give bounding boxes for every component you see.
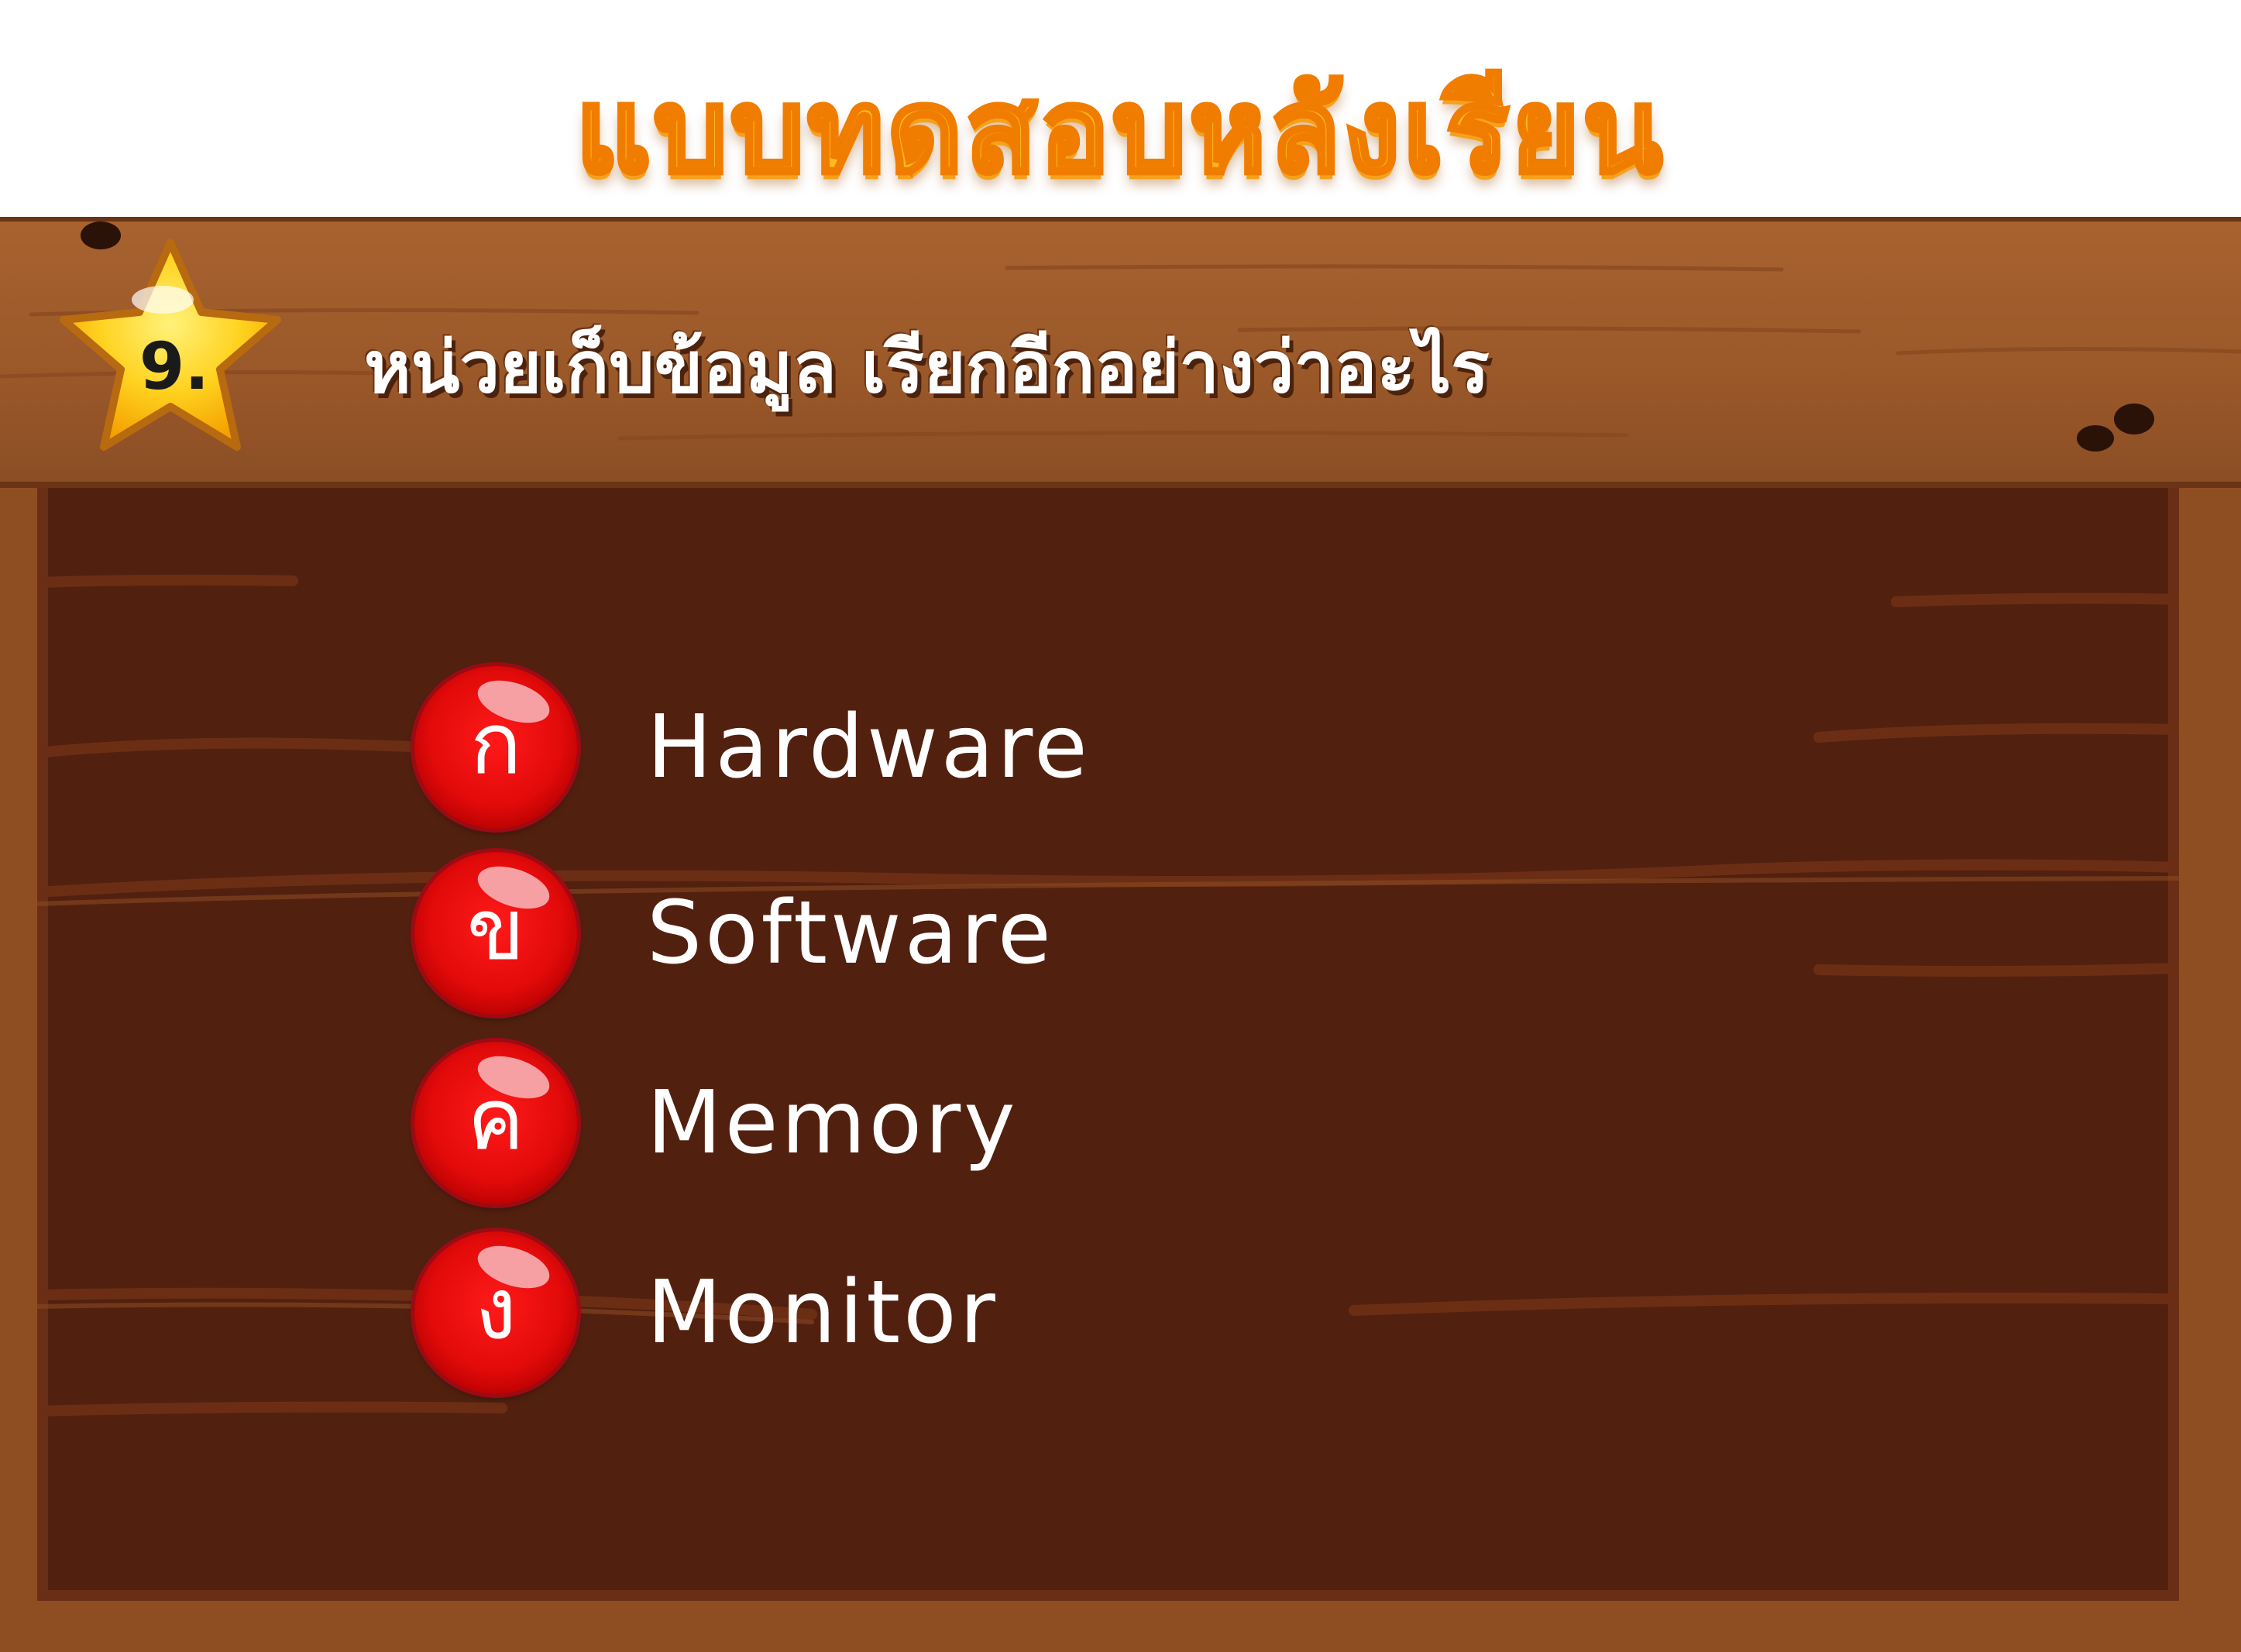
choice-label: Hardware [647, 697, 1091, 798]
red-bubble-icon: ข [414, 852, 577, 1015]
choice-letter: ง [475, 1259, 517, 1358]
page-title: แบบทดสอบหลังเรียน [573, 62, 1665, 201]
choice-label: Memory [647, 1073, 1019, 1173]
choice-letter: ก [469, 694, 522, 793]
choice-c[interactable]: ค Memory [414, 1042, 1499, 1204]
choice-label: Software [647, 883, 1054, 984]
red-bubble-icon: ค [414, 1042, 577, 1204]
choice-letter: ข [466, 880, 525, 979]
choice-d[interactable]: ง Monitor [414, 1231, 1499, 1394]
choice-a[interactable]: ก Hardware [414, 666, 1499, 829]
choice-letter: ค [467, 1070, 524, 1169]
choice-label: Monitor [647, 1262, 998, 1363]
choice-b[interactable]: ข Software [414, 852, 1499, 1015]
question-text: หน่วยเก็บข้อมูล เรียกอีกอย่างว่าอะไร [364, 326, 1490, 409]
red-bubble-icon: ง [414, 1231, 577, 1394]
question-number: 9. [139, 328, 210, 404]
red-bubble-icon: ก [414, 666, 577, 829]
